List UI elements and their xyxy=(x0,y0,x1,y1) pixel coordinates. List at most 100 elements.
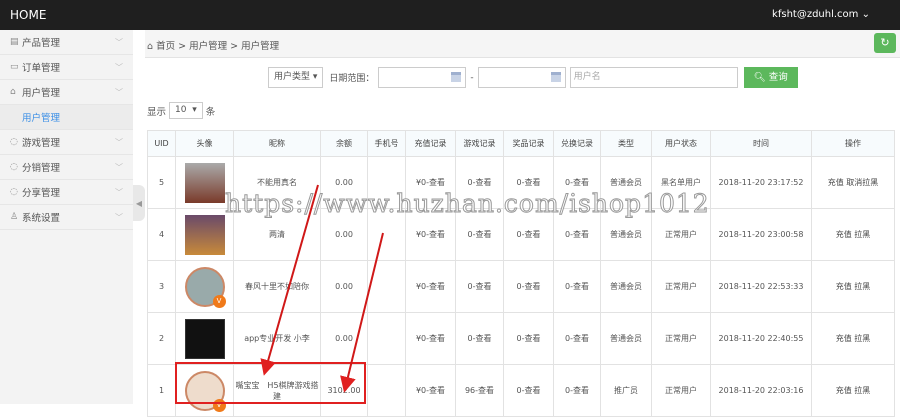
search-button[interactable]: 🔍︎ 查询 xyxy=(743,67,798,88)
avatar-cell xyxy=(175,312,234,365)
uid-cell: 4 xyxy=(147,208,176,261)
prize-record-link[interactable]: 0-查看 xyxy=(503,156,554,209)
avatar xyxy=(184,214,225,255)
actions-cell[interactable]: 充值 拉黑 xyxy=(811,312,895,365)
exchange-record-link[interactable]: 0-查看 xyxy=(553,208,601,261)
sidebar-item[interactable]: 用户管理 xyxy=(0,105,133,130)
search-label: 查询 xyxy=(768,72,788,83)
order-icon: ▭ xyxy=(10,62,19,72)
user-type-label: 用户类型 xyxy=(274,72,311,82)
sidebar-item-label: 系统设置 xyxy=(22,213,61,224)
recharge-record-link[interactable]: ¥0-查看 xyxy=(405,208,456,261)
exchange-record-link[interactable]: 0-查看 xyxy=(553,364,601,417)
end-date-input[interactable] xyxy=(477,67,566,88)
breadcrumb-sep: > xyxy=(178,41,187,52)
page-size-control: 显示 10 ▾ 条 xyxy=(147,102,215,119)
phone-cell xyxy=(367,312,406,365)
calendar-icon xyxy=(451,72,462,82)
type-cell: 普通会员 xyxy=(600,312,652,365)
avatar-cell xyxy=(175,208,234,261)
sidebar-item[interactable]: ◌ 游戏管理 ﹀ xyxy=(0,130,133,155)
exchange-record-link[interactable]: 0-查看 xyxy=(553,156,601,209)
actions-cell[interactable]: 充值 拉黑 xyxy=(811,364,895,417)
game-record-link[interactable]: 0-查看 xyxy=(455,156,504,209)
avatar xyxy=(184,318,225,359)
user-email: kfsht@zduhl.com xyxy=(772,9,859,20)
refresh-button[interactable]: ↻ xyxy=(874,33,896,53)
column-header[interactable]: 充值记录 xyxy=(405,130,456,157)
collapse-sidebar-handle[interactable]: ◀ xyxy=(133,185,145,221)
recharge-record-link[interactable]: ¥0-查看 xyxy=(405,156,456,209)
time-cell: 2018-11-20 22:03:16 xyxy=(710,364,812,417)
start-date-input[interactable] xyxy=(378,67,467,88)
sidebar-item[interactable]: ◌ 分享管理 ﹀ xyxy=(0,180,133,205)
avatar xyxy=(184,162,225,203)
column-header[interactable]: 类型 xyxy=(600,130,652,157)
column-header[interactable]: 用户状态 xyxy=(651,130,711,157)
exchange-record-link[interactable]: 0-查看 xyxy=(553,312,601,365)
status-cell: 正常用户 xyxy=(651,260,711,313)
column-header[interactable]: 操作 xyxy=(811,130,895,157)
recharge-record-link[interactable]: ¥0-查看 xyxy=(405,260,456,313)
sidebar-item[interactable]: ♙ 系统设置 ﹀ xyxy=(0,205,133,230)
avatar-cell xyxy=(175,156,234,209)
game-record-link[interactable]: 0-查看 xyxy=(455,312,504,365)
column-header[interactable]: 奖品记录 xyxy=(503,130,554,157)
prize-record-link[interactable]: 0-查看 xyxy=(503,364,554,417)
user-menu[interactable]: kfsht@zduhl.com ⌄ xyxy=(772,9,870,20)
app-title[interactable]: HOME xyxy=(10,8,46,22)
column-header[interactable]: 昵称 xyxy=(233,130,321,157)
home-icon: ⌂ xyxy=(147,41,154,52)
breadcrumb-sep: > xyxy=(230,41,239,52)
chevron-down-icon: ﹀ xyxy=(115,137,123,147)
prize-record-link[interactable]: 0-查看 xyxy=(503,312,554,365)
game-record-link[interactable]: 0-查看 xyxy=(455,260,504,313)
sidebar-item-label: 用户管理 xyxy=(22,113,61,124)
chevron-down-icon: ﹀ xyxy=(115,162,123,172)
date-range-label: 日期范围： xyxy=(329,74,375,84)
table-header: UID 头像 昵称 余额 手机号 充值记录 游戏记录 奖品记录 兑换记录 类型 用户状态 时间 操作 xyxy=(147,130,895,157)
sidebar-item[interactable]: ▤ 产品管理 ﹀ xyxy=(0,30,133,55)
column-header[interactable]: 余额 xyxy=(320,130,368,157)
username-input[interactable]: 用户名 xyxy=(569,67,738,88)
table-row: 2 app专业开发 小李 0.00 ¥0-查看 0-查看 0-查看 0-查看 普通会员 正常用户… xyxy=(147,312,895,365)
column-header[interactable]: 头像 xyxy=(175,130,234,157)
chat-icon: ◌ xyxy=(10,187,18,197)
sidebar-item-label: 订单管理 xyxy=(22,63,61,74)
column-header[interactable]: UID xyxy=(147,130,176,157)
recharge-record-link[interactable]: ¥0-查看 xyxy=(405,312,456,365)
sidebar-item[interactable]: ▭ 订单管理 ﹀ xyxy=(0,55,133,80)
column-header[interactable]: 时间 xyxy=(710,130,812,157)
sidebar-item[interactable]: ⌂ 用户管理 ﹀ xyxy=(0,80,133,105)
column-header[interactable]: 兑换记录 xyxy=(553,130,601,157)
settings-icon: ♙ xyxy=(10,212,19,222)
balance-cell: 0.00 xyxy=(320,312,368,365)
recharge-record-link[interactable]: ¥0-查看 xyxy=(405,364,456,417)
breadcrumb-home[interactable]: 首页 xyxy=(156,41,175,52)
page-size-select[interactable]: 10 ▾ xyxy=(169,102,203,119)
actions-cell[interactable]: 充值 取消拉黑 xyxy=(811,156,895,209)
vip-badge-icon: V xyxy=(212,294,226,308)
page-size-value: 10 xyxy=(175,105,187,115)
actions-cell[interactable]: 充值 拉黑 xyxy=(811,260,895,313)
user-type-select[interactable]: 用户类型 ▾ xyxy=(268,67,324,88)
sidebar-item[interactable]: ◌ 分销管理 ﹀ xyxy=(0,155,133,180)
game-record-link[interactable]: 96-查看 xyxy=(455,364,504,417)
user-icon: ⌂ xyxy=(10,87,16,97)
highlight-box xyxy=(175,362,366,404)
game-record-link[interactable]: 0-查看 xyxy=(455,208,504,261)
breadcrumb: ⌂ 首页 > 用户管理 > 用户管理 xyxy=(145,30,900,58)
exchange-record-link[interactable]: 0-查看 xyxy=(553,260,601,313)
column-header[interactable]: 手机号 xyxy=(367,130,406,157)
column-header[interactable]: 游戏记录 xyxy=(455,130,504,157)
prize-record-link[interactable]: 0-查看 xyxy=(503,260,554,313)
actions-cell[interactable]: 充值 拉黑 xyxy=(811,208,895,261)
nickname-cell: 不能用真名 xyxy=(233,156,321,209)
breadcrumb-item[interactable]: 用户管理 xyxy=(189,41,227,52)
refresh-icon: ↻ xyxy=(880,36,890,49)
phone-cell xyxy=(367,208,406,261)
prize-record-link[interactable]: 0-查看 xyxy=(503,208,554,261)
sidebar-item-label: 用户管理 xyxy=(22,88,61,99)
type-cell: 普通会员 xyxy=(600,208,652,261)
chevron-down-icon: ﹀ xyxy=(115,212,123,222)
